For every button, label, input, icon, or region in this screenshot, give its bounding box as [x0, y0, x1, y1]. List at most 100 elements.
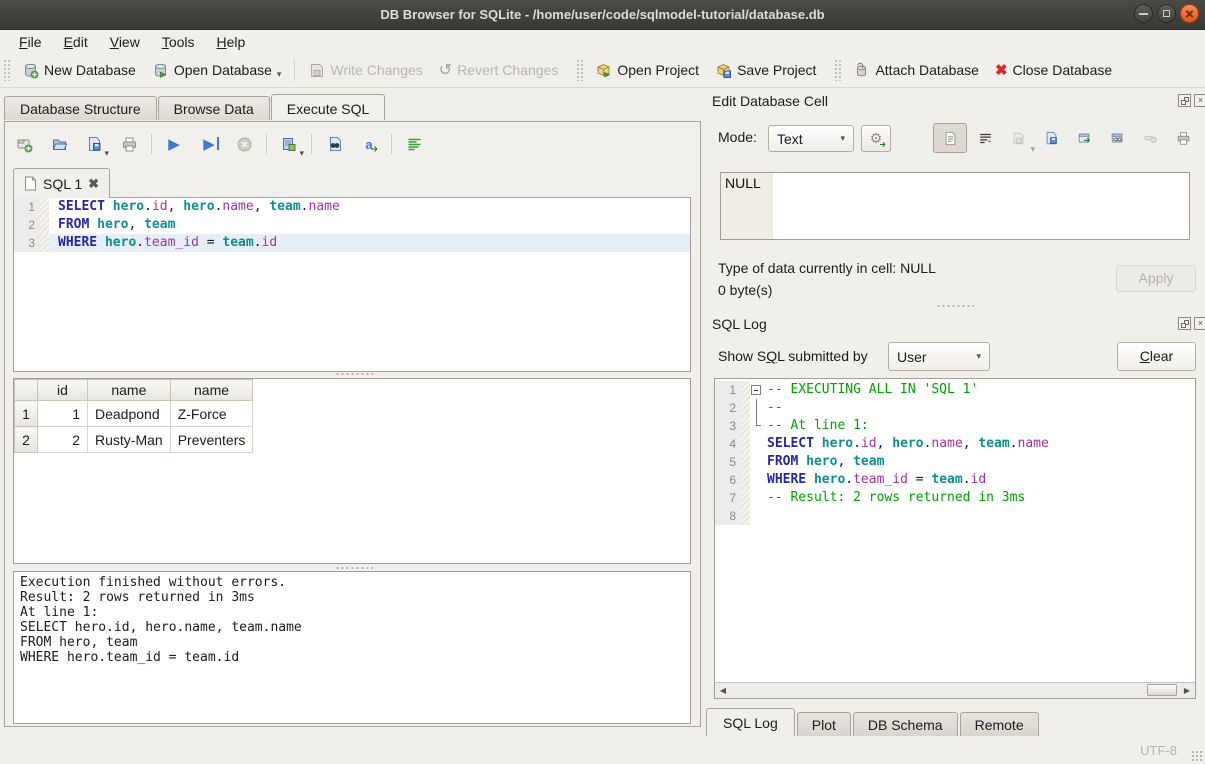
column-header-name[interactable]: name	[88, 380, 171, 401]
attach-database-button[interactable]: Attach Database	[845, 58, 987, 83]
tab-database-structure[interactable]: Database Structure	[4, 96, 157, 120]
cell-editor[interactable]: NULL	[720, 172, 1190, 240]
write-changes-button[interactable]: Write Changes	[300, 58, 430, 83]
menu-file[interactable]: File	[8, 32, 53, 52]
main-tab-bar: Database Structure Browse Data Execute S…	[4, 96, 386, 120]
menu-tools[interactable]: Tools	[151, 32, 206, 52]
resize-grip[interactable]	[1191, 750, 1203, 762]
copy-link-button[interactable]	[1102, 125, 1132, 152]
cell-team-name[interactable]: Z-Force	[170, 401, 253, 427]
find-replace-button[interactable]	[323, 133, 345, 155]
close-database-button[interactable]: ✖ Close Database	[987, 58, 1120, 83]
horizontal-scrollbar[interactable]: ◀ ▶	[715, 682, 1195, 698]
title-bar[interactable]: DB Browser for SQLite - /home/user/code/…	[0, 0, 1205, 30]
execute-line-bar	[217, 137, 219, 150]
clear-log-button[interactable]: Clear	[1117, 342, 1196, 371]
dock-tab-plot[interactable]: Plot	[797, 712, 851, 739]
export-data-button[interactable]	[1036, 125, 1066, 152]
import-data-button[interactable]: ▾	[1003, 125, 1033, 152]
sql-document-tab[interactable]: SQL 1 ✖	[13, 168, 110, 198]
log-filter-select[interactable]: User ▾	[888, 342, 990, 371]
column-header-name-2[interactable]: name	[170, 380, 253, 401]
attach-database-label: Attach Database	[875, 62, 979, 79]
close-dock-icon[interactable]: ×	[1194, 94, 1205, 107]
open-project-button[interactable]: Open Project	[587, 58, 707, 83]
print-button[interactable]	[118, 133, 140, 155]
new-tab-button[interactable]	[13, 133, 35, 155]
close-dock-icon[interactable]: ×	[1194, 317, 1205, 330]
cell-hero-name[interactable]: Deadpond	[88, 401, 171, 427]
dock-tab-remote[interactable]: Remote	[960, 712, 1039, 739]
tab-execute-sql[interactable]: Execute SQL	[271, 94, 386, 120]
close-window-button[interactable]	[1180, 4, 1199, 23]
word-wrap-button[interactable]: a	[358, 133, 380, 155]
row-header[interactable]: 1	[15, 401, 38, 427]
marker-margin	[40, 216, 49, 234]
dock-splitter-handle[interactable]	[936, 304, 974, 309]
menu-view[interactable]: View	[99, 32, 151, 52]
scrollbar-thumb[interactable]	[1147, 684, 1177, 696]
maximize-button[interactable]	[1157, 4, 1176, 23]
text-mode-button[interactable]	[933, 123, 967, 153]
save-sql-file-button[interactable]: ▾	[83, 133, 105, 155]
cell-id[interactable]: 1	[38, 401, 88, 427]
line-number: 6	[715, 471, 741, 489]
execute-all-button[interactable]: ▶	[163, 133, 185, 155]
print-cell-button[interactable]	[1168, 125, 1198, 152]
save-results-dropdown-icon[interactable]: ▾	[299, 149, 304, 158]
format-sql-button[interactable]	[403, 133, 425, 155]
sql-editor-toolbar: ▾ ▶ ▶ ▾ a	[13, 130, 425, 158]
scroll-right-arrow[interactable]: ▶	[1179, 683, 1195, 698]
encoding-indicator[interactable]: UTF-8	[1140, 743, 1177, 758]
dock-tab-db-schema[interactable]: DB Schema	[853, 712, 958, 739]
scrollbar-track[interactable]	[731, 683, 1179, 698]
cell-hero-name[interactable]: Rusty-Man	[88, 427, 171, 453]
auto-apply-button[interactable]: ⚙	[861, 125, 891, 152]
marker-margin	[741, 507, 750, 525]
minimize-button[interactable]	[1134, 4, 1153, 23]
revert-changes-button[interactable]: ↺ Revert Changes	[431, 58, 567, 83]
fold-collapse-icon[interactable]	[751, 385, 761, 395]
row-header[interactable]: 2	[15, 427, 38, 453]
save-project-button[interactable]: Save Project	[707, 58, 824, 83]
toolbar-handle[interactable]	[3, 59, 11, 81]
sql-log-view[interactable]: 1 -- EXECUTING ALL IN 'SQL 1' 2 -- 3 -- …	[714, 378, 1196, 699]
mode-value: Text	[777, 131, 803, 147]
open-sql-file-button[interactable]	[48, 133, 70, 155]
splitter-handle[interactable]	[335, 372, 373, 377]
set-null-button[interactable]	[1135, 125, 1165, 152]
save-sql-dropdown-icon[interactable]: ▾	[104, 149, 109, 158]
open-database-dropdown-icon[interactable]: ▾	[277, 70, 282, 79]
sql-editor[interactable]: 1 SELECT hero.id, hero.name, team.name 2…	[13, 197, 691, 372]
dock-tab-sql-log[interactable]: SQL Log	[706, 708, 795, 739]
fold-minus	[754, 390, 758, 391]
execution-status[interactable]: Execution finished without errors. Resul…	[13, 571, 691, 724]
word-wrap-cell-button[interactable]	[970, 125, 1000, 152]
toolbar-handle[interactable]	[576, 59, 584, 81]
log-line: 3 -- At line 1:	[715, 417, 1195, 435]
cell-team-name[interactable]: Preventers	[170, 427, 253, 453]
close-sql-tab-icon[interactable]: ✖	[88, 176, 99, 192]
apply-button[interactable]: Apply	[1116, 265, 1196, 292]
code-text: FROM hero, team	[764, 453, 884, 471]
new-database-button[interactable]: New Database	[14, 58, 144, 83]
cell-id[interactable]: 2	[38, 427, 88, 453]
save-results-button[interactable]: ▾	[278, 133, 300, 155]
float-dock-icon[interactable]	[1178, 94, 1191, 107]
open-in-external-button[interactable]	[1069, 125, 1099, 152]
fold-margin	[750, 381, 764, 399]
mode-select[interactable]: Text ▾	[768, 125, 854, 152]
table-row: 2 2 Rusty-Man Preventers	[15, 427, 253, 453]
tab-browse-data[interactable]: Browse Data	[158, 96, 270, 120]
column-header-id[interactable]: id	[38, 380, 88, 401]
toolbar-handle[interactable]	[834, 59, 842, 81]
open-database-button[interactable]: Open Database ▾	[144, 58, 290, 83]
menu-help[interactable]: Help	[206, 32, 257, 52]
execute-current-line-button[interactable]: ▶	[198, 133, 220, 155]
stop-button[interactable]	[233, 133, 255, 155]
scroll-left-arrow[interactable]: ◀	[715, 683, 731, 698]
corner-header[interactable]	[15, 380, 38, 401]
menu-edit[interactable]: Edit	[53, 32, 99, 52]
main-toolbar: New Database Open Database ▾ Write Chang…	[0, 53, 1205, 88]
float-dock-icon[interactable]	[1178, 317, 1191, 330]
